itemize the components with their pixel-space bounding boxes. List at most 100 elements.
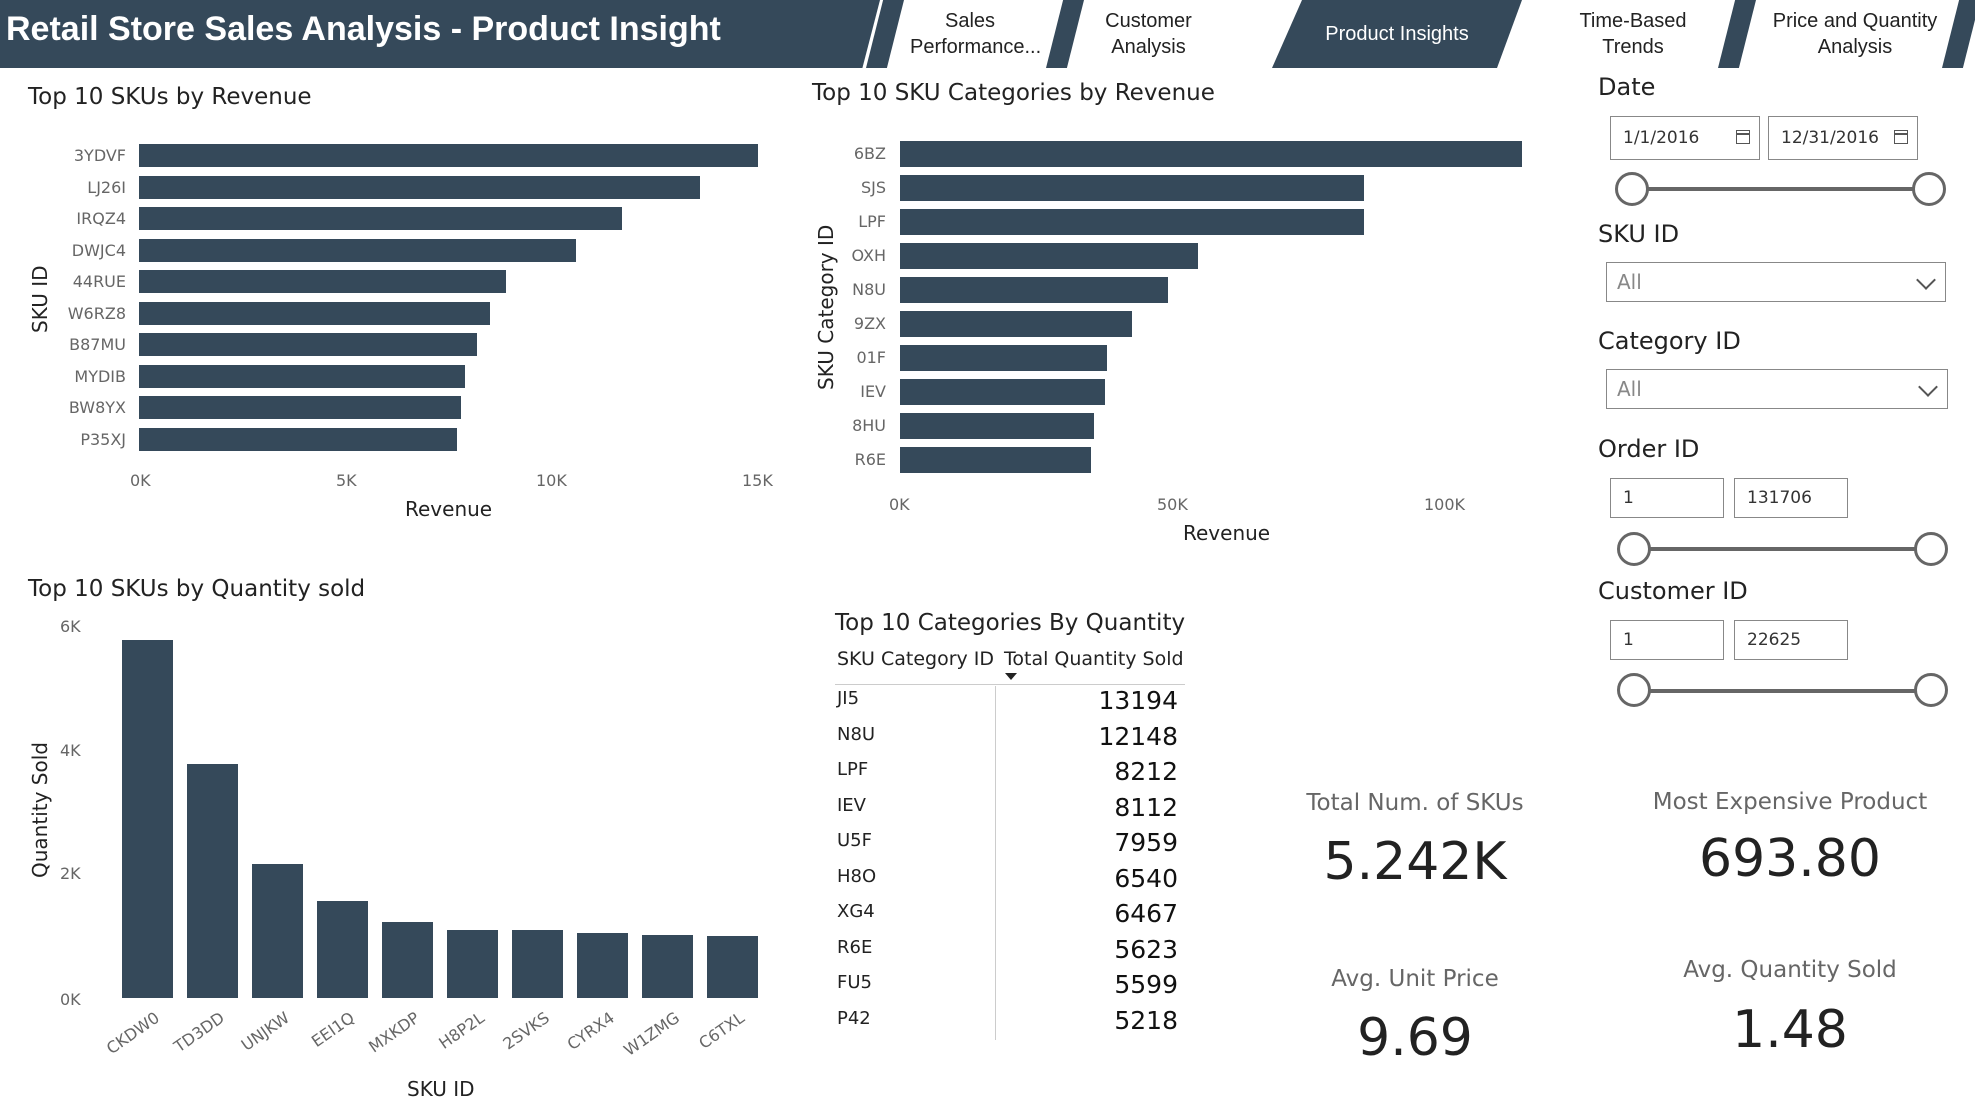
bar xyxy=(900,345,1108,371)
customer-id-slider-track[interactable] xyxy=(1634,689,1930,693)
category-id-dropdown[interactable]: All xyxy=(1606,369,1948,409)
table-cell-quantity: 5218 xyxy=(1114,1005,1178,1035)
kpi-label: Total Num. of SKUs xyxy=(1306,790,1524,816)
bar xyxy=(577,933,628,998)
top-navigation-bar: Retail Store Sales Analysis - Product In… xyxy=(0,0,1975,68)
start-date-input[interactable]: 1/1/2016 xyxy=(1610,116,1760,160)
order-id-max-input[interactable]: 131706 xyxy=(1734,478,1848,518)
y-axis-title: Quantity Sold xyxy=(28,742,52,878)
date-slider-start-handle[interactable] xyxy=(1615,172,1649,206)
slicer-title: Category ID xyxy=(1598,327,1741,355)
x-tick-label: 0K xyxy=(130,471,151,490)
kpi-label: Most Expensive Product xyxy=(1652,789,1928,815)
bar xyxy=(139,333,478,356)
order-id-min-input[interactable]: 1 xyxy=(1610,478,1724,518)
customer-id-max-input[interactable]: 22625 xyxy=(1734,620,1848,660)
bar xyxy=(139,427,457,451)
y-tick-label: N8U xyxy=(852,280,886,299)
tab-sales-performance[interactable]: Sales Performance... xyxy=(900,0,1041,68)
x-axis-title: SKU ID xyxy=(407,1077,475,1101)
x-tick-label: 15K xyxy=(742,471,773,490)
table-cell-quantity: 6540 xyxy=(1114,863,1178,893)
y-tick-label: DWJC4 xyxy=(71,240,126,260)
tab-product-insights[interactable]: Product Insights xyxy=(1272,0,1522,68)
chevron-down-icon[interactable] xyxy=(1916,270,1936,290)
bar xyxy=(900,243,1198,269)
y-tick-label: 9ZX xyxy=(853,314,886,333)
y-tick-label: LPF xyxy=(858,212,886,231)
table-cell-quantity: 5623 xyxy=(1114,934,1178,964)
bar xyxy=(317,901,368,998)
bar xyxy=(447,929,498,998)
calendar-icon[interactable] xyxy=(1736,130,1750,144)
y-tick-label: P35XJ xyxy=(80,429,126,449)
slicer-title: SKU ID xyxy=(1598,220,1680,248)
calendar-icon[interactable] xyxy=(1894,130,1908,144)
y-tick-label: W6RZ8 xyxy=(67,303,126,323)
sort-descending-icon[interactable] xyxy=(1005,673,1017,680)
x-tick-label: 5K xyxy=(336,471,357,490)
bar xyxy=(900,311,1133,337)
bar xyxy=(139,207,622,230)
table-cell-category: R6E xyxy=(837,936,873,958)
y-tick-label: 01F xyxy=(856,348,886,367)
column-header-category[interactable]: SKU Category ID xyxy=(837,648,994,670)
order-id-slider-track[interactable] xyxy=(1634,547,1930,551)
table-cell-category: IEV xyxy=(837,794,866,816)
bar xyxy=(139,175,701,199)
bar xyxy=(139,364,465,388)
table-cell-quantity: 12148 xyxy=(1098,721,1178,751)
bar xyxy=(139,270,507,293)
bar xyxy=(642,935,693,998)
table-cell-quantity: 5599 xyxy=(1114,970,1178,999)
bar xyxy=(900,141,1523,167)
customer-id-slider-min-handle[interactable] xyxy=(1617,673,1651,707)
order-id-slider-min-handle[interactable] xyxy=(1617,532,1651,566)
sku-id-dropdown[interactable]: All xyxy=(1606,262,1946,302)
y-tick-label: 6K xyxy=(60,617,81,636)
x-tick-label: 100K xyxy=(1424,495,1466,514)
customer-id-min-input[interactable]: 1 xyxy=(1610,620,1724,660)
table-cell-category: FU5 xyxy=(837,972,872,993)
y-tick-label: 4K xyxy=(60,741,81,760)
column-divider xyxy=(995,686,996,1040)
slicer-title: Customer ID xyxy=(1598,577,1748,605)
x-axis-title: Revenue xyxy=(405,497,493,521)
tab-price-and-quantity-analysis[interactable]: Price and Quantity Analysis xyxy=(1760,0,1950,68)
tab-time-based-trends[interactable]: Time-Based Trends xyxy=(1563,0,1703,68)
y-tick-label: IRQZ4 xyxy=(76,209,126,228)
table-cell-quantity: 6467 xyxy=(1114,899,1178,928)
customer-id-slider-max-handle[interactable] xyxy=(1914,673,1948,707)
table-cell-quantity: 7959 xyxy=(1114,828,1178,857)
table-cell-category: XG4 xyxy=(837,901,875,922)
kpi-value: 9.69 xyxy=(1357,1008,1473,1068)
date-slider-end-handle[interactable] xyxy=(1912,172,1946,206)
bar xyxy=(187,763,238,998)
bar xyxy=(122,640,173,998)
kpi-value: 5.242K xyxy=(1323,832,1507,892)
table-cell-quantity: 13194 xyxy=(1098,686,1178,715)
bar xyxy=(900,277,1168,303)
kpi-value: 693.80 xyxy=(1699,829,1881,889)
table-cell-category: LPF xyxy=(837,759,869,780)
bar xyxy=(139,396,461,419)
chart-title: Top 10 SKU Categories by Revenue xyxy=(812,80,1215,106)
column-header-quantity[interactable]: Total Quantity Sold xyxy=(1004,648,1184,670)
nav-separator xyxy=(1718,0,1756,68)
y-tick-label: R6E xyxy=(854,450,886,469)
y-tick-label: 6BZ xyxy=(853,144,886,163)
kpi-value: 1.48 xyxy=(1732,1000,1848,1060)
table-cell-category: P42 xyxy=(837,1007,871,1029)
date-slider-track[interactable] xyxy=(1632,187,1928,191)
y-tick-label: 0K xyxy=(60,990,81,1009)
y-tick-label: LJ26I xyxy=(87,177,126,197)
tab-customer-analysis[interactable]: Customer Analysis xyxy=(1086,0,1211,68)
chevron-down-icon[interactable] xyxy=(1918,377,1938,397)
bar xyxy=(512,930,563,998)
x-axis-title: Revenue xyxy=(1183,521,1271,545)
order-id-slider-max-handle[interactable] xyxy=(1914,532,1948,566)
nav-separator xyxy=(1046,0,1084,68)
slicer-title: Order ID xyxy=(1598,435,1700,463)
y-tick-label: 2K xyxy=(60,864,81,883)
end-date-input[interactable]: 12/31/2016 xyxy=(1768,116,1918,160)
